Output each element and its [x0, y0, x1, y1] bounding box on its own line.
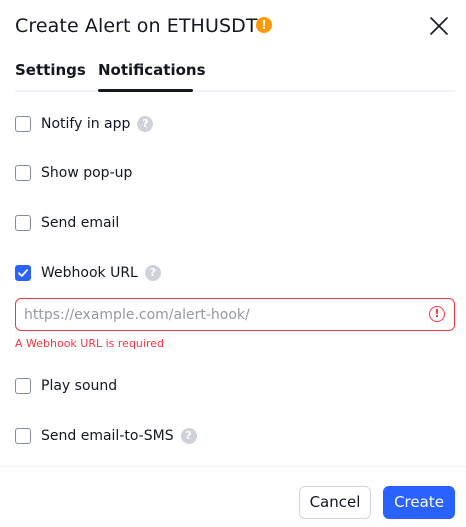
- option-send-email: Send email: [15, 213, 119, 233]
- dialog-header: Create Alert on ETHUSDT !: [15, 12, 451, 42]
- error-icon: !: [429, 306, 445, 322]
- webhook-url-input[interactable]: [16, 299, 416, 330]
- footer-divider: [0, 466, 466, 467]
- option-notify-in-app: Notify in app ?: [15, 114, 154, 134]
- warning-icon[interactable]: !: [256, 17, 272, 33]
- send-email-checkbox[interactable]: [15, 215, 31, 231]
- webhook-url-checkbox[interactable]: [15, 265, 31, 281]
- dialog-title: Create Alert on ETHUSDT: [15, 15, 258, 37]
- option-send-email-to-sms: Send email-to-SMS ?: [15, 426, 197, 446]
- show-popup-checkbox[interactable]: [15, 165, 31, 181]
- notify-in-app-checkbox[interactable]: [15, 116, 31, 132]
- cancel-button[interactable]: Cancel: [299, 486, 371, 519]
- tab-settings[interactable]: Settings: [15, 60, 86, 80]
- webhook-url-error: A Webhook URL is required: [15, 337, 164, 350]
- option-play-sound: Play sound: [15, 376, 117, 396]
- help-icon[interactable]: ?: [180, 428, 197, 444]
- help-icon[interactable]: ?: [137, 116, 154, 132]
- tab-notifications[interactable]: Notifications: [98, 60, 206, 80]
- webhook-url-label[interactable]: Webhook URL: [41, 265, 138, 281]
- active-tab-indicator: [98, 89, 193, 92]
- option-webhook-url: Webhook URL ?: [15, 263, 161, 283]
- send-email-label[interactable]: Send email: [41, 215, 119, 231]
- send-email-to-sms-checkbox[interactable]: [15, 428, 31, 444]
- webhook-url-field: !: [15, 298, 455, 331]
- help-icon[interactable]: ?: [144, 265, 161, 281]
- tab-bar: Settings Notifications: [15, 60, 455, 92]
- show-popup-label[interactable]: Show pop-up: [41, 165, 132, 181]
- send-email-to-sms-label[interactable]: Send email-to-SMS: [41, 428, 174, 444]
- close-icon[interactable]: [427, 14, 451, 38]
- play-sound-label[interactable]: Play sound: [41, 378, 117, 394]
- option-show-popup: Show pop-up: [15, 163, 132, 183]
- notify-in-app-label[interactable]: Notify in app: [41, 116, 130, 132]
- create-button[interactable]: Create: [383, 486, 455, 519]
- checkmark-icon: [18, 269, 28, 277]
- play-sound-checkbox[interactable]: [15, 378, 31, 394]
